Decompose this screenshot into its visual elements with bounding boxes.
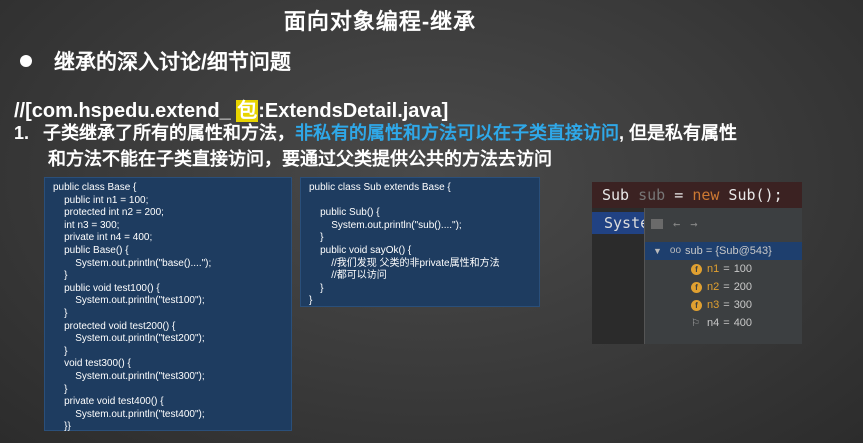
point-text-part2: , 但是私有属性 (619, 123, 738, 143)
field-icon: f (691, 263, 702, 275)
field-value: 300 (733, 299, 753, 311)
file-path: //[com.hspedu.extend_ 包:ExtendsDetail.ja… (14, 94, 448, 123)
point-text-line2: 和方法不能在子类直接访问，要通过父类提供公共的方法去访问 (48, 149, 552, 169)
ide-hint-text: Syste (592, 212, 650, 234)
tree-field-row[interactable]: ⚐ n4 = 400 (645, 314, 802, 332)
bullet-heading: 继承的深入讨论/细节问题 (20, 46, 291, 76)
field-icon: f (691, 281, 702, 293)
tree-root-sub[interactable]: ▼ oo sub = {Sub@543} (645, 242, 802, 260)
forward-arrow-icon[interactable]: → (690, 217, 697, 231)
field-value: 400 (733, 317, 753, 329)
code-ctor: Sub(); (719, 186, 783, 204)
point-text-part1: 子类继承了所有的属性和方法， (43, 123, 296, 143)
code-new: new (692, 186, 720, 204)
ide-code-line: Sub sub = new Sub(); (592, 182, 802, 208)
table-view-icon[interactable] (651, 219, 663, 229)
field-name: n1 (707, 263, 720, 275)
back-arrow-icon[interactable]: ← (673, 217, 680, 231)
flag-icon: ⚐ (691, 317, 700, 329)
base-class-code: public class Base { public int n1 = 100;… (44, 177, 292, 432)
path-prefix: //[com.hspedu.extend_ (14, 100, 237, 122)
path-suffix: :ExtendsDetail.java] (258, 100, 449, 122)
bullet-text: 继承的深入讨论/细节问题 (54, 51, 291, 74)
code-type: Sub (602, 186, 639, 204)
variables-tree: ▼ oo sub = {Sub@543} f n1 = 100 f n2 = 200 f… (645, 242, 802, 332)
tree-root-label: sub = {Sub@543} (685, 245, 772, 257)
sub-class-code: public class Sub extends Base { public S… (300, 177, 540, 307)
path-highlight: 包 (236, 100, 259, 122)
detail-point-1: 1. 子类继承了所有的属性和方法，非私有的属性和方法可以在子类直接访问, 但是私有… (14, 120, 854, 172)
field-value: 200 (733, 281, 753, 293)
field-icon: f (691, 299, 702, 311)
tree-field-row[interactable]: f n3 = 300 (645, 296, 802, 314)
code-eq: = (665, 186, 693, 204)
tree-field-row[interactable]: f n2 = 200 (645, 278, 802, 296)
field-name: n3 (707, 299, 720, 311)
field-name: n4 (707, 317, 720, 329)
tree-field-row[interactable]: f n1 = 100 (645, 260, 802, 278)
point-number: 1. (14, 123, 30, 143)
chevron-down-icon[interactable]: ▼ (653, 242, 662, 260)
object-icon: oo (669, 245, 682, 256)
variables-popup: ← → ▼ oo sub = {Sub@543} f n1 = 100 f n2 = 2… (644, 208, 802, 344)
slide-title: 面向对象编程-继承 (283, 9, 477, 34)
point-text-blue: 非私有的属性和方法可以在子类直接访问 (295, 123, 620, 143)
field-value: 100 (733, 263, 753, 275)
code-var: sub (638, 186, 666, 204)
popup-toolbar: ← → (651, 216, 697, 232)
ide-debug-panel: Sub sub = new Sub(); Syste ← → ▼ oo sub … (592, 182, 802, 344)
bullet-dot-icon (20, 55, 32, 67)
field-name: n2 (707, 281, 720, 293)
